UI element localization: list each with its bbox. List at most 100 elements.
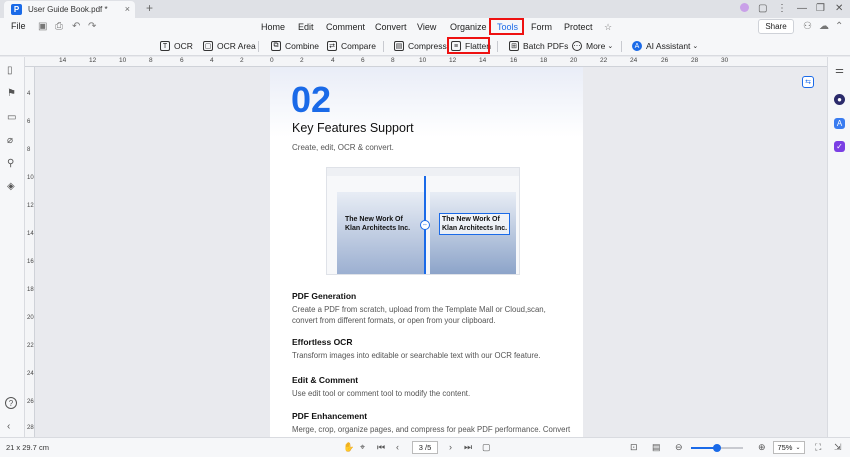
zoom-out-icon[interactable]: ⊖ [675, 442, 683, 453]
tools-highlight-box [489, 18, 524, 35]
ruler-label: 6 [180, 57, 184, 64]
menu-home[interactable]: Home [261, 22, 285, 32]
toolbar-divider [621, 41, 622, 52]
combine-button[interactable]: ⧉ Combine [271, 39, 319, 53]
first-page-icon[interactable]: ⏮ [377, 442, 385, 453]
left-sidebar: ▯ ⚑ ▭ ⌀ ⚲ ◈ ? ‹ [0, 57, 25, 437]
convert-floating-icon[interactable]: ⇆ [802, 76, 814, 88]
menu-edit[interactable]: Edit [298, 22, 314, 32]
fullscreen-icon[interactable]: ⛶ [815, 442, 821, 453]
page-layout-icon[interactable]: ▤ [652, 442, 661, 453]
compress-button[interactable]: ▤ Compress [394, 39, 447, 53]
zoom-in-icon[interactable]: ⊕ [758, 442, 766, 453]
collapse-left-icon[interactable]: ‹ [7, 421, 10, 432]
more-button[interactable]: ⋯ More ⌄ [572, 39, 613, 53]
section-title: Effortless OCR [292, 337, 353, 347]
menu-organize[interactable]: Organize [450, 22, 487, 32]
new-tab-button[interactable]: + [146, 1, 153, 15]
zoom-slider-knob[interactable] [713, 444, 721, 452]
ocr-area-button[interactable]: ▢ OCR Area [203, 39, 256, 53]
minimize-button[interactable]: — [797, 3, 807, 14]
menu-protect[interactable]: Protect [564, 22, 593, 32]
screenshot-title-line: The New Work Of [345, 216, 403, 223]
zoom-level-value: 75% [777, 443, 793, 452]
ai-bot-icon[interactable]: ● [834, 94, 845, 105]
close-tab-icon[interactable]: × [125, 4, 130, 14]
ruler-label: 8 [149, 57, 153, 64]
page-number-input[interactable]: 3 /5 [412, 441, 438, 454]
cloud-upload-icon[interactable]: ☁ [819, 21, 829, 32]
more-vertical-icon[interactable]: ⋮ [777, 3, 787, 14]
ruler-label: 4 [27, 91, 31, 97]
ruler-label: 30 [721, 57, 729, 64]
help-icon[interactable]: ? [5, 397, 17, 409]
screenshot-title-line: Klan Architects Inc. [345, 225, 411, 232]
close-window-button[interactable]: ✕ [835, 3, 843, 14]
compress-label: Compress [408, 41, 447, 51]
compare-button[interactable]: ⇄ Compare [327, 39, 376, 53]
thumbnails-icon[interactable]: ▯ [7, 65, 13, 76]
layers-icon[interactable]: ◈ [7, 181, 15, 192]
share-button[interactable]: Share [758, 19, 794, 34]
hand-tool-icon[interactable]: ✋ [343, 442, 354, 453]
screenshot-title-after: The New Work Of Klan Architects Inc. [439, 213, 511, 235]
ruler-label: 24 [630, 57, 638, 64]
file-menu[interactable]: File [11, 21, 26, 31]
settings-sliders-icon[interactable]: ⚌ [834, 65, 845, 76]
ruler-label: 2 [240, 57, 244, 64]
translate-icon[interactable]: A [834, 118, 845, 129]
zoom-slider[interactable] [691, 444, 743, 452]
next-page-icon[interactable]: › [449, 442, 452, 452]
comment-icon[interactable]: ▭ [7, 112, 16, 123]
toolbar-divider [497, 41, 498, 52]
print-icon[interactable]: ⎙ [55, 21, 63, 32]
select-tool-icon[interactable]: ⌖ [360, 442, 365, 453]
flatten-highlight-box [447, 37, 490, 54]
collapse-panel-icon[interactable]: ⇲ [834, 442, 842, 453]
menu-comment[interactable]: Comment [326, 22, 365, 32]
check-icon[interactable]: ✓ [834, 141, 845, 152]
redo-icon[interactable]: ↷ [88, 21, 96, 32]
ruler-label: 20 [570, 57, 578, 64]
pin-icon[interactable]: ☆ [604, 22, 612, 33]
save-icon[interactable]: ▣ [38, 21, 47, 32]
ruler-label: 12 [27, 203, 34, 209]
batch-pdfs-button[interactable]: ⊞ Batch PDFs [509, 39, 568, 53]
screenshot-title-before: The New Work Of Klan Architects Inc. [345, 215, 410, 233]
more-label: More [586, 41, 606, 51]
menu-form[interactable]: Form [531, 22, 552, 32]
collapse-icon[interactable]: ⌃ [835, 21, 843, 32]
undo-icon[interactable]: ↶ [72, 21, 80, 32]
menu-convert[interactable]: Convert [375, 22, 407, 32]
ruler-label: 16 [27, 259, 34, 265]
tools-toolbar: T OCR ▢ OCR Area ⧉ Combine ⇄ Compare ▤ Compre… [0, 36, 850, 56]
section-title: Edit & Comment [292, 375, 359, 385]
ocr-button[interactable]: T OCR [160, 39, 193, 53]
compress-icon: ▤ [394, 41, 404, 51]
prev-page-icon[interactable]: ‹ [396, 442, 399, 452]
document-tab[interactable]: P User Guide Book.pdf * × [4, 1, 135, 18]
fit-width-icon[interactable]: ⊡ [630, 442, 638, 453]
ruler-label: 22 [600, 57, 608, 64]
search-icon[interactable]: ⚲ [7, 158, 14, 169]
menu-view[interactable]: View [417, 22, 436, 32]
ruler-label: 6 [361, 57, 365, 64]
message-icon[interactable]: ▢ [758, 3, 767, 14]
rotate-icon[interactable]: ▢ [482, 442, 491, 453]
attachment-icon[interactable]: ⌀ [7, 135, 13, 146]
title-bar: P User Guide Book.pdf * × + ▢ ⋮ — ❐ ✕ [0, 0, 850, 18]
right-sidebar: ⚌ ● A ✓ [827, 57, 850, 437]
bookmark-icon[interactable]: ⚑ [7, 88, 16, 99]
ruler-label: 10 [119, 57, 127, 64]
document-page[interactable]: 02 Key Features Support Create, edit, OC… [270, 67, 583, 437]
last-page-icon[interactable]: ⏭ [464, 442, 472, 453]
avatar[interactable] [740, 3, 749, 12]
zoom-level-select[interactable]: 75% ⌄ [773, 441, 805, 454]
combine-label: Combine [285, 41, 320, 51]
ai-assistant-button[interactable]: A AI Assistant ⌄ [632, 39, 698, 53]
people-icon[interactable]: ⚇ [803, 21, 812, 32]
section-title: PDF Enhancement [292, 411, 368, 421]
ruler-label: 24 [27, 371, 34, 377]
ruler-label: 2 [300, 57, 304, 64]
restore-button[interactable]: ❐ [816, 3, 825, 14]
